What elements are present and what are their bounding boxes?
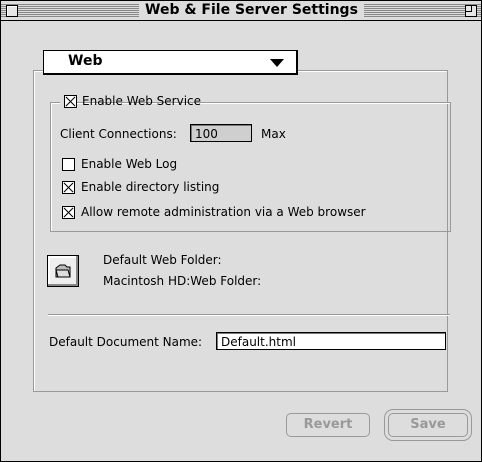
section-popup-label: Web <box>68 53 103 69</box>
divider <box>48 314 450 316</box>
default-document-name-label: Default Document Name: <box>49 335 203 349</box>
client-connections-label: Client Connections: <box>60 127 177 141</box>
remote-admin-checkbox[interactable] <box>62 206 75 219</box>
title-bar[interactable]: Web & File Server Settings <box>1 1 481 21</box>
enable-web-service-checkbox[interactable] <box>64 95 77 108</box>
client-connections-input[interactable]: 100 <box>190 124 252 142</box>
enable-web-service-label: Enable Web Service <box>82 94 202 108</box>
save-button[interactable]: Save <box>388 413 468 437</box>
default-document-name-input[interactable]: Default.html <box>216 332 446 350</box>
client-connections-max-label: Max <box>261 127 286 141</box>
choose-folder-button[interactable] <box>47 255 79 287</box>
window-title: Web & File Server Settings <box>139 2 364 19</box>
enable-web-log-label: Enable Web Log <box>81 157 178 171</box>
default-web-folder-path: Macintosh HD:Web Folder: <box>103 274 262 288</box>
revert-button[interactable]: Revert <box>286 413 370 437</box>
enable-directory-listing-checkbox[interactable] <box>62 181 75 194</box>
section-popup-menu[interactable]: Web <box>43 50 298 75</box>
folder-icon <box>55 264 71 278</box>
remote-admin-label: Allow remote administration via a Web br… <box>81 205 366 219</box>
zoom-box-icon[interactable] <box>465 5 477 17</box>
enable-directory-listing-label: Enable directory listing <box>81 180 220 194</box>
default-web-folder-label: Default Web Folder: <box>103 253 222 267</box>
enable-web-service-row[interactable]: Enable Web Service <box>60 93 201 110</box>
close-box-icon[interactable] <box>6 5 18 17</box>
popup-arrow-icon <box>270 59 284 67</box>
enable-web-log-checkbox[interactable] <box>62 158 75 171</box>
